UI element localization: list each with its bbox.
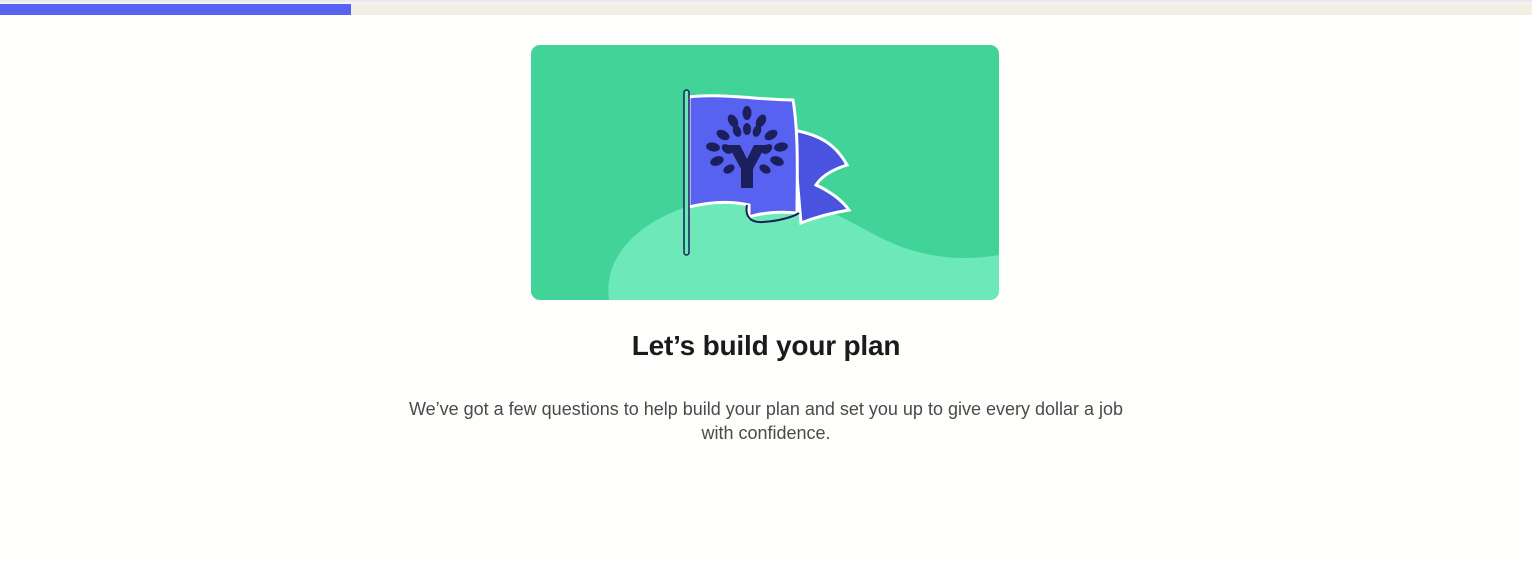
page-description: We’ve got a few questions to help build … (408, 399, 1124, 443)
onboarding-progress-fill (0, 4, 351, 15)
hero-illustration (531, 45, 999, 300)
onboarding-progress-bar (0, 4, 1532, 15)
page-title: Let’s build your plan (631, 330, 901, 361)
flag-illustration-icon (608, 89, 999, 300)
